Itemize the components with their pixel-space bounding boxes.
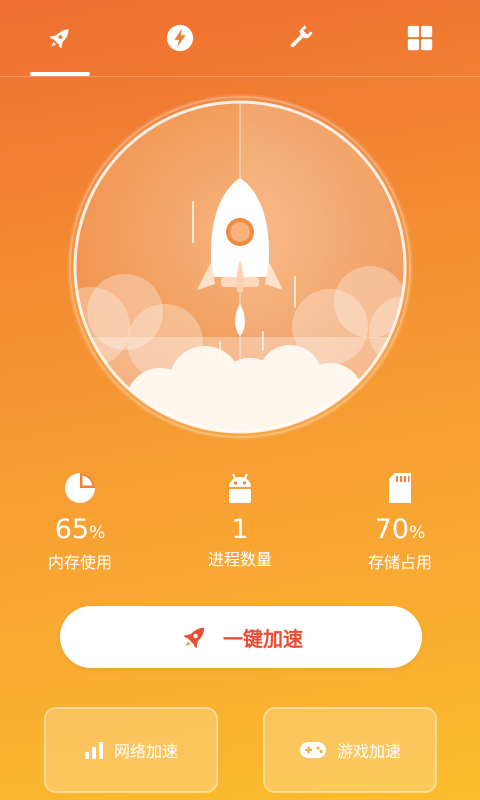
storage-label: 存储占用 xyxy=(367,553,432,572)
memory-stat: 65% 内存使用 xyxy=(0,470,160,573)
one-click-boost-button[interactable]: 一键加速 xyxy=(60,606,422,668)
process-value: 1 xyxy=(231,514,249,545)
rocket-icon xyxy=(49,29,69,49)
boost-button-label: 一键加速 xyxy=(223,626,303,651)
tab-more[interactable] xyxy=(360,0,480,76)
rocket-icon xyxy=(183,627,205,649)
process-stat: 1 进程数量 xyxy=(160,470,320,570)
boost-dial[interactable] xyxy=(65,92,415,442)
wrench-icon xyxy=(290,25,313,48)
game-boost-card[interactable]: 游戏加速 xyxy=(263,707,437,793)
memory-label: 内存使用 xyxy=(47,553,112,572)
stats-row: 65% 内存使用 1 进程数量 70% 存储占用 xyxy=(0,470,480,580)
storage-unit: % xyxy=(409,523,426,543)
network-boost-card[interactable]: 网络加速 xyxy=(44,707,218,793)
process-label: 进程数量 xyxy=(207,550,272,569)
tab-tools[interactable] xyxy=(240,0,360,76)
memory-unit: % xyxy=(89,523,106,543)
signal-bars-icon xyxy=(84,742,103,759)
tab-power[interactable] xyxy=(120,0,240,76)
lightning-icon xyxy=(166,24,194,52)
android-icon xyxy=(229,473,251,503)
storage-value: 70 xyxy=(374,514,410,545)
storage-stat: 70% 存储占用 xyxy=(320,470,480,573)
sd-card-icon xyxy=(389,473,411,503)
tab-boost[interactable] xyxy=(0,0,120,76)
memory-value: 65 xyxy=(54,514,90,545)
gamepad-icon xyxy=(299,742,326,758)
pie-chart-icon xyxy=(65,473,95,503)
tab-divider xyxy=(0,76,480,77)
grid-icon xyxy=(407,25,433,51)
top-tab-bar xyxy=(0,0,480,76)
game-boost-label: 游戏加速 xyxy=(336,742,401,761)
network-boost-label: 网络加速 xyxy=(113,742,178,761)
